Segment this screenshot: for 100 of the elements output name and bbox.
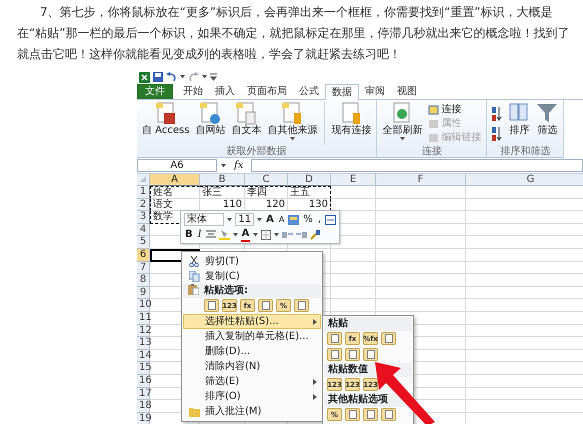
percent-button[interactable]: %	[302, 214, 314, 226]
paste-option-button[interactable]	[345, 408, 360, 421]
ribbon-tab[interactable]: 文件	[137, 84, 173, 99]
menu-item[interactable]: 选择性粘贴(S)...	[183, 314, 321, 329]
paste-option-button[interactable]	[363, 408, 378, 421]
column-header[interactable]: B	[200, 174, 245, 186]
italic-button[interactable]: I	[196, 228, 203, 240]
ribbon-button[interactable]: 全部刷新	[379, 102, 426, 145]
row-header[interactable]: 1	[137, 186, 150, 199]
caret-icon[interactable]	[227, 218, 232, 222]
row-header[interactable]: 2	[137, 198, 150, 212]
column-header[interactable]: E	[331, 174, 376, 186]
sort-order-icon[interactable]	[492, 127, 502, 141]
shrink-font-button[interactable]: A	[278, 214, 286, 226]
ribbon-tab[interactable]: 页面布局	[241, 84, 293, 99]
ribbon-tab[interactable]: 审阅	[359, 84, 391, 99]
save-icon[interactable]	[153, 72, 163, 82]
menu-item[interactable]: 清除内容(N)	[183, 359, 321, 374]
paste-option-button[interactable]	[345, 348, 360, 361]
row-header[interactable]: 9	[137, 286, 150, 300]
ribbon-button[interactable]: 自其他来源	[264, 102, 320, 145]
paste-option-button[interactable]	[381, 332, 396, 345]
row-header[interactable]: 7	[137, 262, 150, 274]
name-box[interactable]: A6	[137, 159, 217, 172]
ribbon-button[interactable]: 自 Access	[139, 102, 192, 145]
ribbon-tab[interactable]: 视图	[391, 84, 423, 99]
menu-item[interactable]: 复制(C)	[183, 269, 321, 284]
row-header[interactable]: 11	[137, 312, 150, 325]
menu-item[interactable]: 删除(D)...	[183, 344, 321, 359]
grow-font-button[interactable]: A	[265, 214, 275, 226]
sort-order-icon[interactable]	[492, 107, 502, 121]
menu-item[interactable]: 剪切(T)	[183, 254, 321, 269]
font-name-field[interactable]: 宋体	[184, 213, 224, 226]
font-size-field[interactable]: 11	[235, 213, 254, 226]
caret-icon[interactable]	[221, 164, 226, 168]
row-header[interactable]: 3	[137, 211, 150, 224]
row-header[interactable]: 5	[137, 236, 150, 249]
caret-icon[interactable]	[290, 137, 295, 141]
menu-section-header: 其他粘贴选项	[328, 394, 388, 405]
document-icon	[348, 410, 356, 419]
comma-button[interactable]: ,	[316, 214, 322, 226]
column-header[interactable]: C	[245, 174, 288, 186]
column-header[interactable]: D	[288, 174, 331, 186]
row-header[interactable]: 19	[137, 412, 150, 424]
caret-icon[interactable]	[180, 75, 185, 79]
menu-item[interactable]: 筛选(E)	[183, 374, 321, 389]
caret-icon[interactable]	[274, 232, 280, 236]
number-format-icon[interactable]	[288, 214, 300, 224]
paste-option-button[interactable]	[363, 348, 378, 361]
column-header[interactable]: A	[150, 174, 200, 186]
row-header[interactable]: 16	[137, 374, 150, 388]
copy-icon	[189, 271, 200, 282]
caret-icon[interactable]	[253, 232, 258, 236]
paste-option-button[interactable]	[381, 408, 396, 421]
ribbon-button[interactable]: 排序	[505, 102, 534, 145]
ribbon-tab[interactable]: 数据	[325, 84, 359, 100]
column-header[interactable]: F	[376, 174, 466, 186]
ribbon-tab[interactable]: 开始	[177, 84, 209, 99]
paste-option-button[interactable]	[204, 299, 219, 312]
formula-field[interactable]	[251, 159, 583, 172]
row-header[interactable]: 17	[137, 388, 150, 400]
caret-icon[interactable]	[257, 218, 262, 222]
paste-option-button[interactable]	[327, 332, 342, 345]
undo-icon[interactable]	[166, 72, 177, 82]
caret-icon[interactable]	[400, 137, 405, 141]
row-header[interactable]: 8	[137, 274, 150, 287]
customize-icon[interactable]	[210, 73, 217, 81]
ribbon-button[interactable]: 自网站	[192, 102, 228, 145]
submenu-arrow-icon	[313, 318, 317, 324]
ribbon-tab[interactable]: 公式	[293, 84, 325, 99]
ribbon-button[interactable]: 连接	[428, 103, 482, 116]
align-center-icon[interactable]	[206, 230, 216, 239]
paste-option-button[interactable]	[327, 348, 342, 361]
paste-option-button[interactable]	[258, 299, 273, 312]
ribbon-button[interactable]: 现有连接	[324, 102, 374, 145]
ribbon-button[interactable]: 自文本	[228, 102, 264, 145]
fill-color-icon[interactable]	[218, 229, 230, 240]
menu-item[interactable]: 插入批注(M)	[183, 404, 321, 419]
merge-cells-icon[interactable]	[325, 214, 336, 224]
row-header[interactable]: 14	[137, 350, 150, 362]
caret-icon[interactable]	[202, 75, 207, 79]
caret-icon[interactable]	[232, 232, 238, 236]
brush-icon[interactable]	[310, 230, 320, 240]
row-header[interactable]: 6	[137, 248, 150, 262]
menu-item[interactable]: 插入复制的单元格(E)...	[183, 329, 321, 344]
paste-option-button[interactable]	[294, 299, 309, 312]
column-header[interactable]: G	[466, 174, 583, 186]
borders-icon[interactable]	[261, 230, 272, 240]
ribbon-button[interactable]: 筛选	[533, 102, 562, 145]
row-header[interactable]: 12	[137, 324, 150, 338]
row-header[interactable]: 18	[137, 400, 150, 413]
row-header[interactable]: 15	[137, 362, 150, 375]
row-header[interactable]: 13	[137, 337, 150, 350]
font-color-button[interactable]: A	[240, 228, 250, 242]
row-header[interactable]: 10	[137, 299, 150, 312]
bold-button[interactable]: B	[184, 228, 194, 240]
menu-item[interactable]: 排序(O)	[183, 389, 321, 404]
insert-function-button[interactable]: fx	[230, 160, 248, 172]
ribbon-tab[interactable]: 插入	[209, 84, 241, 99]
row-header[interactable]: 4	[137, 224, 150, 236]
